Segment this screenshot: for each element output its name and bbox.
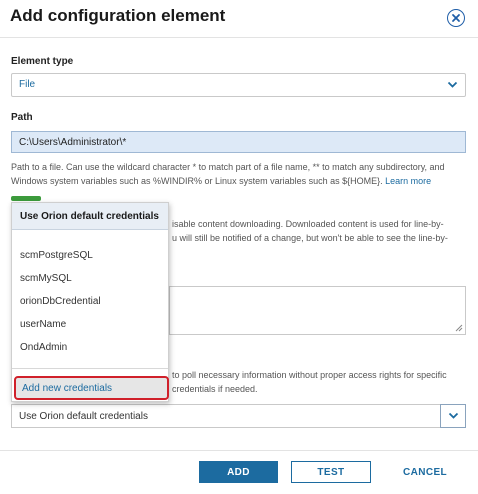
dropdown-item[interactable]: OndAdmin: [20, 342, 67, 353]
credentials-select[interactable]: Use Orion default credentials: [11, 404, 466, 428]
dropdown-item[interactable]: userName: [20, 319, 66, 330]
dialog-title: Add configuration element: [10, 6, 226, 25]
test-button[interactable]: TEST: [291, 461, 371, 483]
close-button[interactable]: [447, 9, 465, 27]
dropdown-item[interactable]: orionDbCredential: [20, 296, 101, 307]
content-download-line-1: isable content downloading. Downloaded c…: [172, 219, 444, 229]
element-type-value: File: [19, 79, 36, 90]
dropdown-header-option[interactable]: Use Orion default credentials: [12, 203, 168, 230]
content-download-toggle[interactable]: [11, 196, 41, 201]
resize-grip-icon: [455, 324, 463, 332]
path-help-line-2: Windows system variables such as %WINDIR…: [11, 176, 383, 186]
element-type-select[interactable]: File: [11, 73, 466, 97]
path-input[interactable]: [11, 131, 466, 153]
learn-more-link[interactable]: Learn more: [385, 176, 431, 186]
dropdown-item[interactable]: scmMySQL: [20, 273, 72, 284]
add-new-credentials-option[interactable]: Add new credentials: [14, 376, 169, 400]
credentials-help-line-1: to poll necessary information without pr…: [172, 370, 447, 380]
cancel-button[interactable]: CANCEL: [390, 461, 460, 483]
path-label: Path: [11, 112, 33, 123]
dropdown-divider: [12, 368, 168, 369]
path-help-line-1: Path to a file. Can use the wildcard cha…: [11, 162, 445, 172]
content-download-line-2: u will still be notified of a change, bu…: [172, 233, 448, 243]
description-textarea[interactable]: [169, 286, 466, 335]
chevron-down-icon: [448, 412, 458, 419]
chevron-down-icon: [447, 81, 458, 88]
add-button[interactable]: ADD: [199, 461, 278, 483]
credentials-dropdown: Use Orion default credentials scmPostgre…: [11, 202, 169, 402]
credentials-select-toggle[interactable]: [440, 404, 466, 428]
credentials-help-line-2: credentials if needed.: [172, 384, 258, 394]
close-icon: [452, 14, 460, 22]
dropdown-item[interactable]: scmPostgreSQL: [20, 250, 93, 261]
path-help-text: Path to a file. Can use the wildcard cha…: [11, 160, 466, 188]
element-type-label: Element type: [11, 56, 74, 67]
credentials-selected-value: Use Orion default credentials: [19, 411, 148, 422]
dialog-header: Add configuration element: [0, 0, 478, 38]
add-configuration-dialog: Add configuration element Element type F…: [0, 0, 478, 494]
